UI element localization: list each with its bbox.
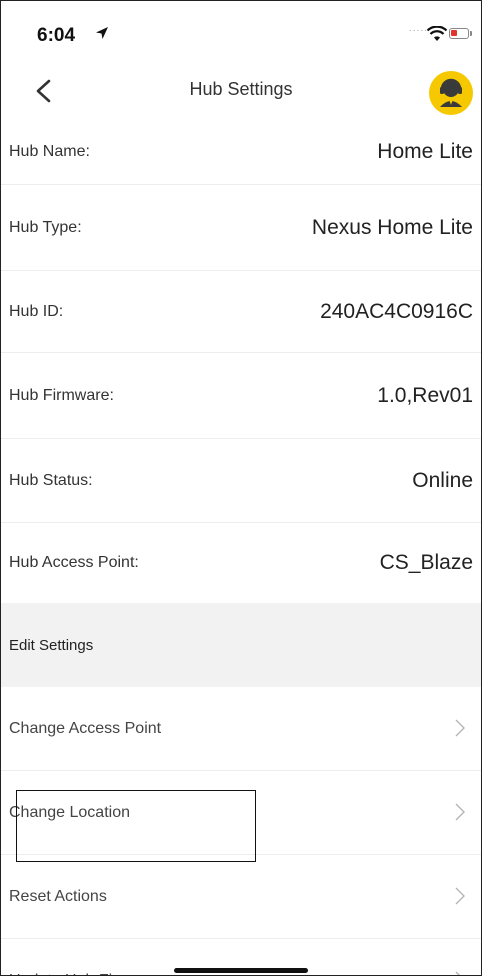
- info-row-hub-access-point: Hub Access Point: CS_Blaze: [1, 523, 481, 603]
- row-value: 240AC4C0916C: [320, 299, 473, 323]
- section-header-label: Edit Settings: [9, 636, 94, 654]
- chevron-right-icon: [455, 803, 465, 821]
- row-label: Hub Access Point:: [9, 554, 139, 571]
- reset-actions-row[interactable]: Reset Actions: [1, 855, 481, 939]
- info-row-hub-firmware: Hub Firmware: 1.0,Rev01: [1, 353, 481, 439]
- app-screen: 6:04 ..... Hub Settings Hub Name: Home L…: [0, 0, 482, 976]
- row-label: Hub Status:: [9, 471, 93, 489]
- row-label: Hub Name:: [9, 142, 90, 160]
- change-access-point-row[interactable]: Change Access Point: [1, 687, 481, 771]
- row-label: Hub Type:: [9, 218, 82, 236]
- row-label: Hub ID:: [9, 302, 64, 320]
- support-button[interactable]: [429, 71, 473, 115]
- battery-icon: [449, 28, 472, 39]
- home-indicator[interactable]: [174, 968, 308, 973]
- row-value: Home Lite: [377, 139, 473, 163]
- action-label: Change Location: [9, 803, 130, 821]
- row-label: Hub Firmware:: [9, 386, 114, 404]
- row-value: 1.0,Rev01: [377, 383, 473, 407]
- location-arrow-icon: [96, 27, 108, 39]
- info-row-hub-id: Hub ID: 240AC4C0916C: [1, 271, 481, 353]
- page-title: Hub Settings: [189, 79, 293, 99]
- status-bar: 6:04 .....: [1, 1, 481, 63]
- info-row-hub-type: Hub Type: Nexus Home Lite: [1, 185, 481, 271]
- signal-strength: .....: [409, 23, 428, 34]
- action-label: Change Access Point: [9, 719, 162, 737]
- row-value: Nexus Home Lite: [311, 215, 473, 239]
- wifi-icon: [427, 26, 447, 41]
- status-time: 6:04: [37, 25, 76, 46]
- battery-level: [451, 30, 457, 36]
- support-agent-icon: [440, 78, 462, 107]
- chevron-right-icon: [455, 971, 460, 975]
- row-value: Online: [412, 468, 473, 492]
- nav-bar: Hub Settings: [1, 63, 481, 119]
- change-location-row[interactable]: Change Location: [1, 771, 481, 855]
- settings-list: Hub Name: Home Lite Hub Type: Nexus Home…: [1, 119, 481, 975]
- action-label: Update Hub Firmware: [9, 939, 166, 975]
- info-row-hub-name: Hub Name: Home Lite: [1, 119, 481, 185]
- chevron-right-icon: [455, 887, 465, 905]
- info-row-hub-status: Hub Status: Online: [1, 439, 481, 523]
- section-header-edit-settings: Edit Settings: [1, 603, 481, 687]
- chevron-right-icon: [455, 719, 465, 737]
- action-label: Reset Actions: [9, 887, 107, 905]
- row-value: CS_Blaze: [379, 551, 473, 574]
